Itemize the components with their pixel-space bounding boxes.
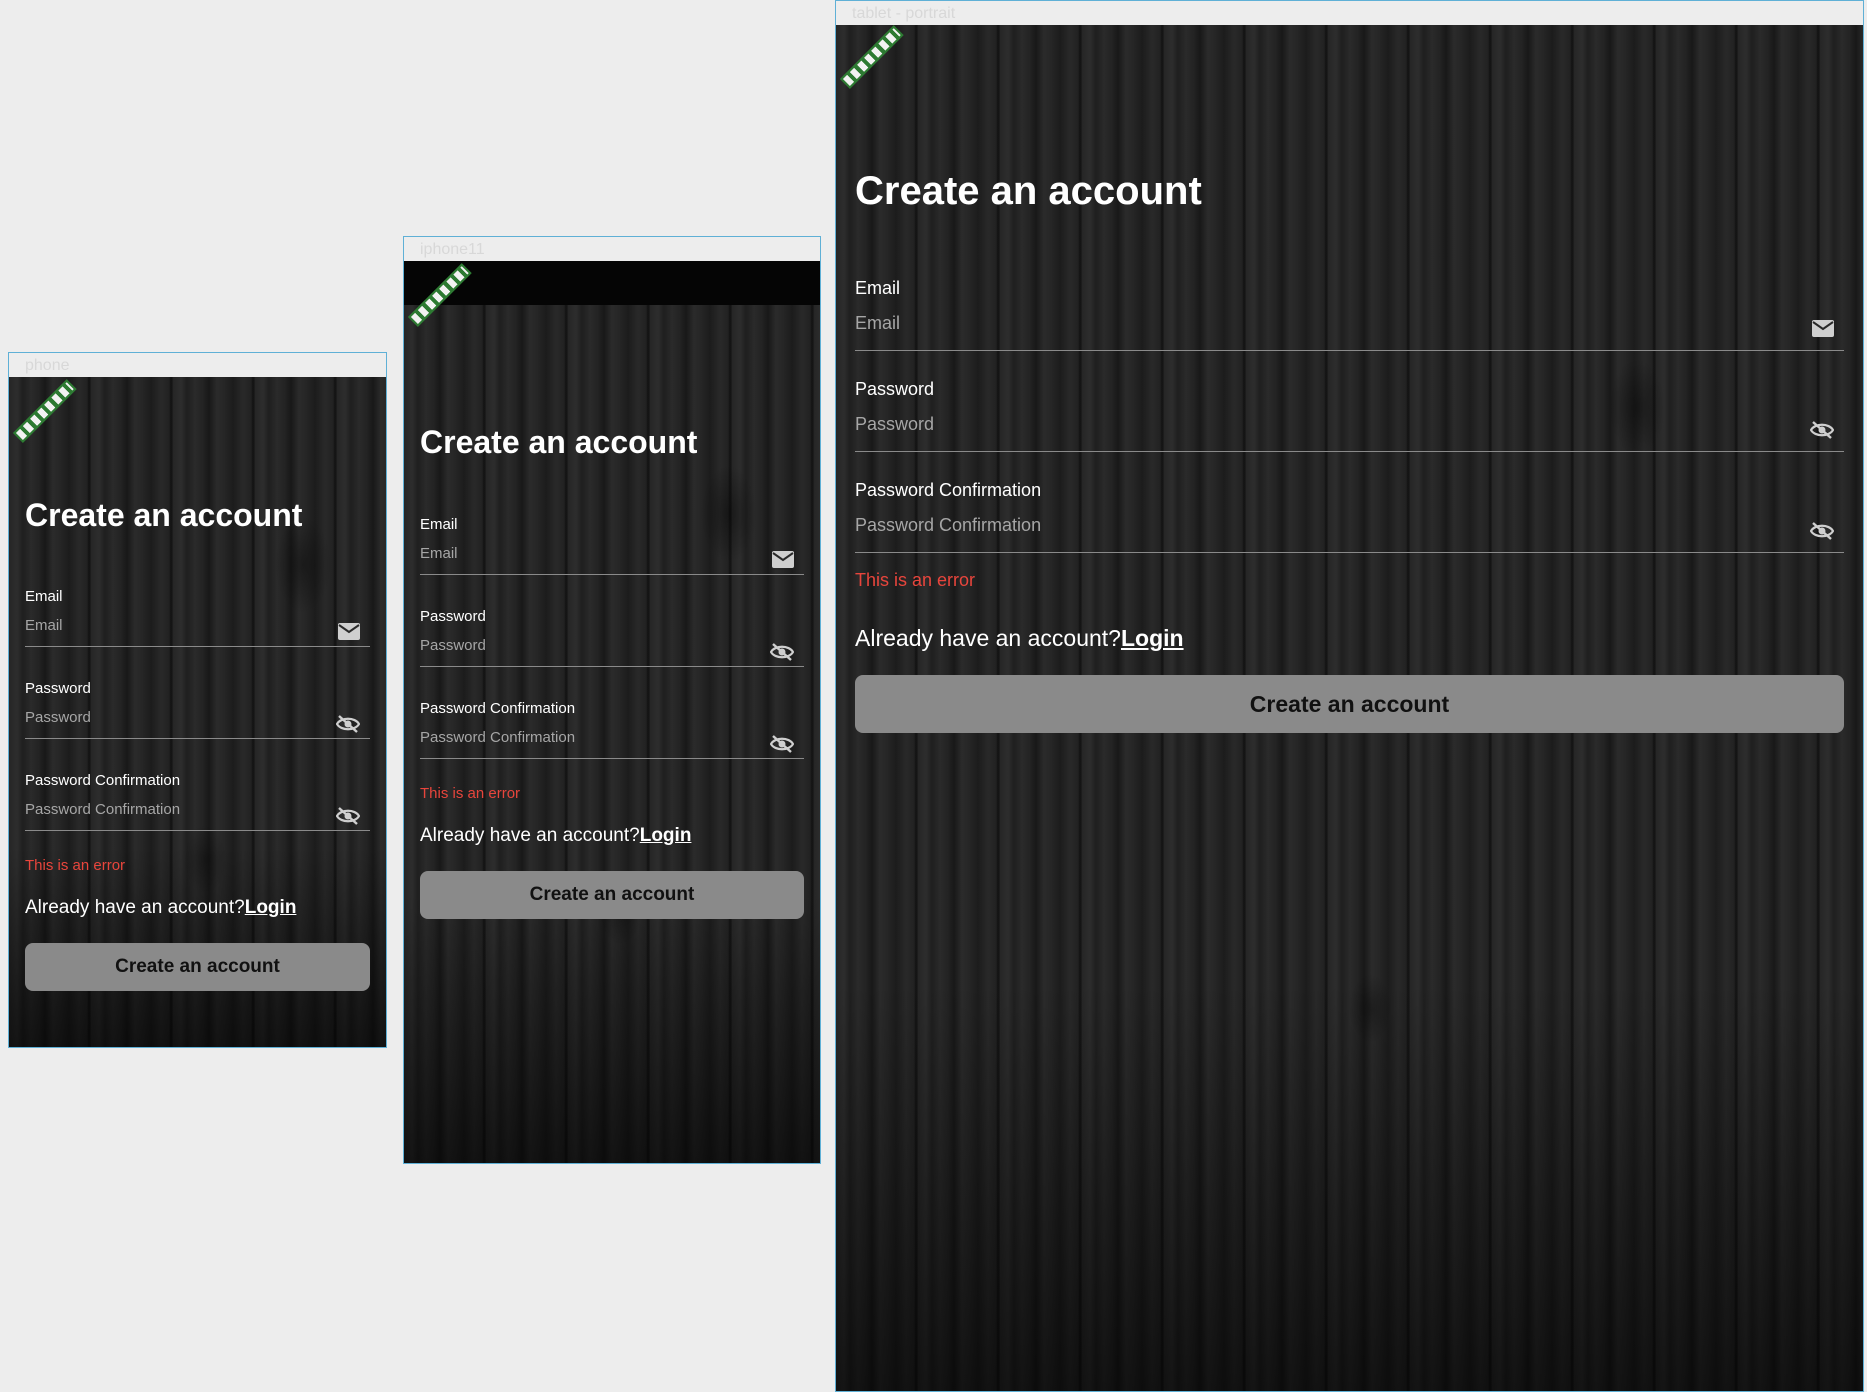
signup-form: Create an account Email Email Password P…: [420, 261, 804, 1163]
password-input[interactable]: Password: [25, 709, 370, 726]
password-confirmation-label: Password Confirmation: [855, 480, 1042, 500]
create-account-button[interactable]: Create an account: [420, 871, 804, 919]
email-label: Email: [855, 278, 901, 298]
password-input[interactable]: Password: [420, 637, 804, 654]
page-title: Create an account: [420, 424, 698, 460]
phone-screen: Create an account Email Email Password P…: [9, 377, 386, 1047]
eye-off-icon[interactable]: [770, 643, 794, 661]
mail-icon: [338, 623, 360, 640]
password-label: Password: [420, 608, 486, 625]
email-field[interactable]: Email Email: [855, 278, 1844, 351]
iphone11-frame: iphone11 Create an account Email Email P…: [403, 236, 821, 1164]
password-confirmation-field[interactable]: Password Confirmation Password Confirmat…: [25, 772, 370, 831]
error-message: This is an error: [855, 570, 976, 590]
signup-form: Create an account Email Email Password P…: [855, 25, 1844, 1391]
password-confirmation-input[interactable]: Password Confirmation: [420, 729, 804, 746]
password-input[interactable]: Password: [855, 414, 1844, 435]
frame-label: phone: [25, 357, 70, 374]
page-title: Create an account: [25, 497, 303, 533]
error-message: This is an error: [420, 785, 521, 802]
mail-icon: [772, 551, 794, 568]
eye-off-icon[interactable]: [336, 807, 360, 825]
password-field[interactable]: Password Password: [25, 680, 370, 739]
tablet-frame: tablet - portrait Create an account Emai…: [835, 0, 1864, 1392]
eye-off-icon[interactable]: [1810, 421, 1834, 439]
login-prompt: Already have an account?Login: [855, 625, 1184, 652]
email-label: Email: [420, 516, 458, 533]
error-message: This is an error: [25, 857, 126, 874]
tablet-screen: Create an account Email Email Password P…: [836, 25, 1863, 1391]
login-prompt-text: Already have an account?: [25, 897, 245, 918]
login-prompt-text: Already have an account?: [420, 825, 640, 846]
signup-form: Create an account Email Email Password P…: [25, 377, 370, 1047]
eye-off-icon[interactable]: [336, 715, 360, 733]
password-confirmation-label: Password Confirmation: [420, 700, 576, 717]
login-link[interactable]: Login: [245, 897, 297, 918]
login-prompt-text: Already have an account?: [855, 625, 1121, 651]
email-label: Email: [25, 588, 63, 605]
login-prompt: Already have an account?Login: [25, 897, 296, 919]
email-input[interactable]: Email: [855, 313, 1844, 334]
email-field[interactable]: Email Email: [420, 516, 804, 575]
mail-icon: [1812, 320, 1834, 337]
login-prompt: Already have an account?Login: [420, 825, 691, 847]
create-account-button[interactable]: Create an account: [25, 943, 370, 991]
eye-off-icon[interactable]: [1810, 522, 1834, 540]
email-input[interactable]: Email: [25, 617, 370, 634]
page-title: Create an account: [855, 169, 1202, 213]
eye-off-icon[interactable]: [770, 735, 794, 753]
login-link[interactable]: Login: [640, 825, 692, 846]
password-confirmation-input[interactable]: Password Confirmation: [855, 515, 1844, 536]
password-field[interactable]: Password Password: [855, 379, 1844, 452]
password-label: Password: [25, 680, 91, 697]
password-label: Password: [855, 379, 935, 399]
email-field[interactable]: Email Email: [25, 588, 370, 647]
frame-label: tablet - portrait: [852, 5, 956, 22]
email-input[interactable]: Email: [420, 545, 804, 562]
password-field[interactable]: Password Password: [420, 608, 804, 667]
password-confirmation-field[interactable]: Password Confirmation Password Confirmat…: [420, 700, 804, 759]
password-confirmation-field[interactable]: Password Confirmation Password Confirmat…: [855, 480, 1844, 553]
phone-frame: phone Create an account Email Email Pass…: [8, 352, 387, 1048]
iphone11-screen: Create an account Email Email Password P…: [404, 261, 820, 1163]
password-confirmation-label: Password Confirmation: [25, 772, 181, 789]
password-confirmation-input[interactable]: Password Confirmation: [25, 801, 370, 818]
create-account-button[interactable]: Create an account: [855, 675, 1844, 733]
login-link[interactable]: Login: [1121, 625, 1184, 651]
frame-label: iphone11: [420, 241, 485, 258]
